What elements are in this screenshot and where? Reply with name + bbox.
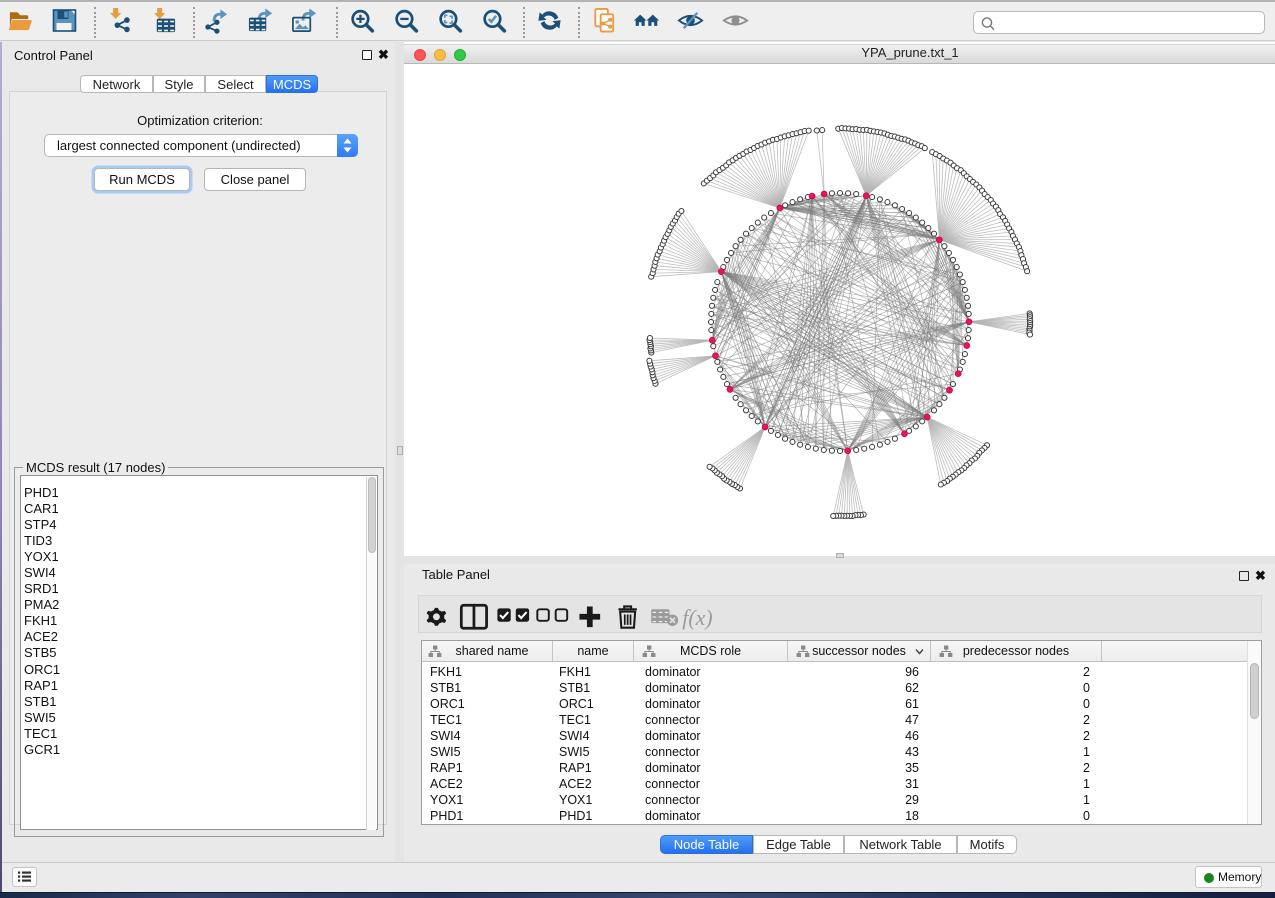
svg-text:f(x): f(x)	[682, 606, 712, 630]
